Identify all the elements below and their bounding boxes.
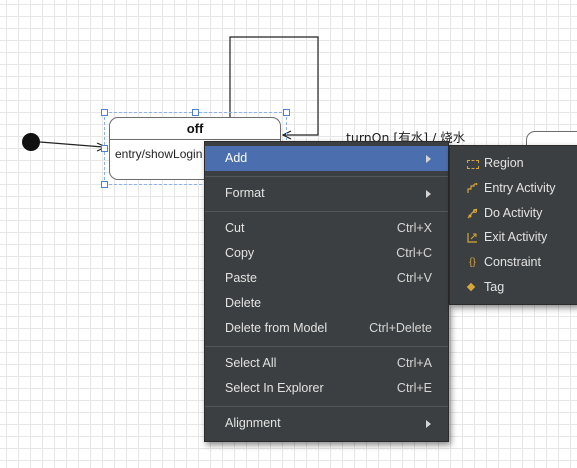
menu-item-delete-from-model[interactable]: Delete from Model Ctrl+Delete	[205, 316, 448, 341]
submenu-arrow-icon	[426, 420, 431, 428]
menu-item-label: Select All	[225, 356, 277, 370]
menu-item-alignment[interactable]: Alignment	[205, 411, 448, 436]
menu-item-label: Cut	[225, 221, 245, 235]
menu-item-shortcut: Ctrl+E	[396, 381, 432, 395]
submenu-item-label: Constraint	[484, 255, 541, 270]
menu-item-label: Delete from Model	[225, 321, 328, 335]
resize-handle-nw[interactable]	[101, 109, 108, 116]
menu-item-select-all[interactable]: Select All Ctrl+A	[205, 351, 448, 376]
menu-item-label: Format	[225, 186, 265, 200]
context-menu: Add Format Cut Ctrl+X Copy Ctrl+C Paste …	[204, 141, 449, 442]
menu-item-shortcut: Ctrl+C	[396, 246, 432, 260]
menu-separator	[205, 406, 448, 407]
menu-item-label: Delete	[225, 296, 262, 310]
state-name[interactable]: off	[110, 118, 280, 140]
submenu-item-label: Exit Activity	[484, 230, 548, 245]
resize-handle-sw[interactable]	[101, 181, 108, 188]
tag-icon	[466, 282, 476, 292]
menu-separator	[205, 211, 448, 212]
add-submenu: Region Entry Activity Do Activity Exit A…	[449, 145, 577, 305]
menu-separator	[205, 346, 448, 347]
resize-handle-ne[interactable]	[283, 109, 290, 116]
menu-item-shortcut: Ctrl+A	[396, 356, 432, 370]
menu-item-label: Select In Explorer	[225, 381, 324, 395]
submenu-item-constraint[interactable]: {} Constraint	[450, 250, 577, 275]
submenu-item-do-activity[interactable]: Do Activity	[450, 201, 577, 226]
menu-item-label: Copy	[225, 246, 255, 260]
menu-item-cut[interactable]: Cut Ctrl+X	[205, 216, 448, 241]
constraint-icon: {}	[469, 257, 476, 269]
menu-item-delete[interactable]: Delete	[205, 291, 448, 316]
region-icon	[467, 160, 479, 169]
submenu-item-label: Region	[484, 156, 524, 170]
menu-item-format[interactable]: Format	[205, 181, 448, 206]
resize-handle-n[interactable]	[192, 109, 199, 116]
initial-pseudostate[interactable]	[22, 133, 40, 151]
menu-separator	[205, 176, 448, 177]
menu-item-shortcut: Ctrl+Delete	[369, 321, 432, 335]
menu-item-label: Paste	[225, 271, 257, 285]
submenu-item-label: Do Activity	[484, 205, 543, 220]
menu-item-shortcut: Ctrl+V	[396, 271, 432, 285]
menu-item-add[interactable]: Add	[205, 146, 448, 171]
submenu-item-region[interactable]: Region	[450, 151, 577, 176]
submenu-item-entry-activity[interactable]: Entry Activity	[450, 176, 577, 201]
menu-item-copy[interactable]: Copy Ctrl+C	[205, 241, 448, 266]
submenu-item-tag[interactable]: Tag	[450, 275, 577, 300]
diagram-canvas[interactable]: off entry/showLogin turnOn [有水] / 烧水 Add…	[0, 0, 577, 468]
resize-handle-w[interactable]	[101, 145, 108, 152]
menu-item-shortcut: Ctrl+X	[396, 221, 432, 235]
menu-item-paste[interactable]: Paste Ctrl+V	[205, 266, 448, 291]
do-activity-icon	[467, 208, 478, 219]
entry-activity-icon	[467, 182, 478, 194]
submenu-arrow-icon	[426, 155, 431, 163]
submenu-item-exit-activity[interactable]: Exit Activity	[450, 225, 577, 250]
submenu-item-label: Entry Activity	[484, 180, 556, 195]
menu-item-select-in-explorer[interactable]: Select In Explorer Ctrl+E	[205, 376, 448, 401]
submenu-arrow-icon	[426, 190, 431, 198]
menu-item-label: Add	[225, 151, 248, 165]
menu-item-label: Alignment	[225, 416, 281, 430]
exit-activity-icon	[467, 232, 478, 243]
initial-transition-line[interactable]	[39, 141, 104, 148]
submenu-item-label: Tag	[484, 279, 505, 294]
